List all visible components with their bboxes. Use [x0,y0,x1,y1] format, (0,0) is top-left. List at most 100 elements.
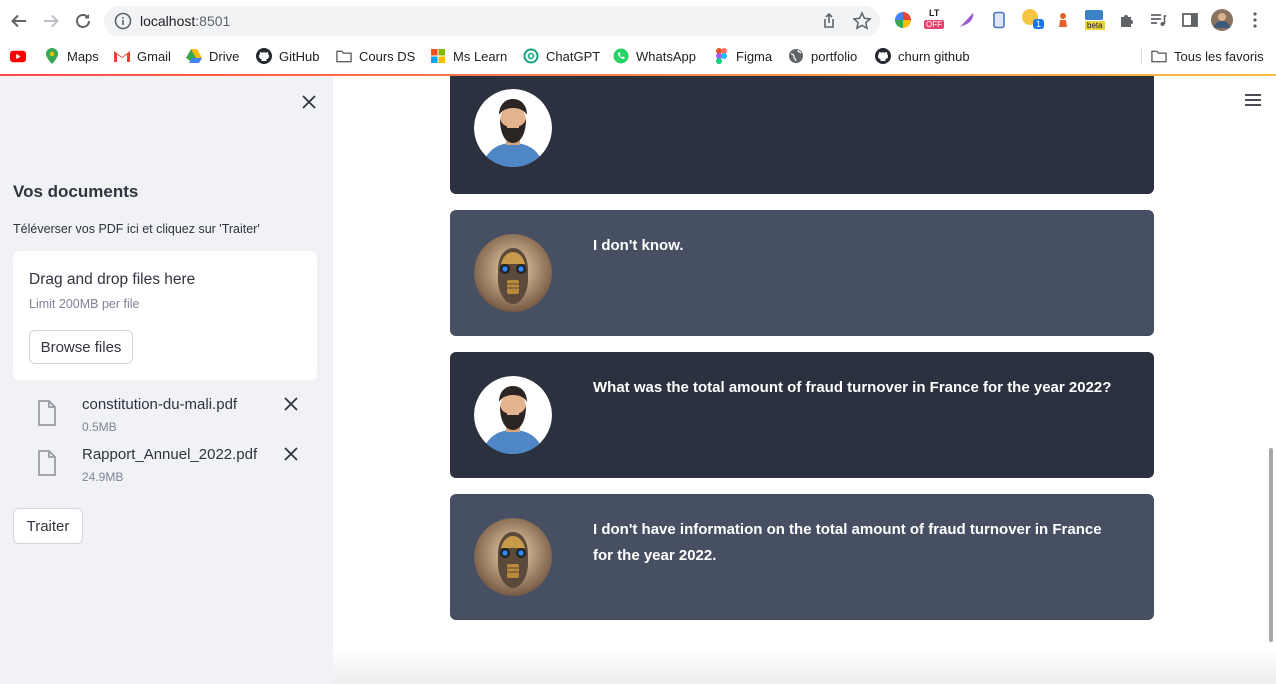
url-host: localhost [140,13,196,29]
bookmarks-bar: Maps Gmail Drive GitHub Cours DS Ms Lear… [0,42,1276,70]
sidebar: Vos documents Téléverser vos PDF ici et … [0,76,333,684]
user-avatar [474,89,552,167]
whatsapp-icon [613,48,629,64]
quill-extension-icon[interactable] [957,10,977,30]
gmail-icon [114,48,130,64]
beta-extension-icon[interactable]: beta [1084,10,1108,30]
bookmark-gmail[interactable]: Gmail [114,47,171,65]
message-text: What was the total amount of fraud turno… [593,379,1112,396]
languagetool-extension-icon[interactable]: LT OFF [924,8,946,30]
chat-message-user: What was the total amount of fraud turno… [450,352,1154,478]
main-content: I don't know. What was the total amount … [333,76,1276,684]
share-icon[interactable] [820,12,838,30]
folder-icon [1151,48,1167,64]
file-name: constitution-du-mali.pdf [82,396,238,413]
bookmark-maps[interactable]: Maps [44,47,99,65]
side-panel-icon[interactable] [1180,10,1200,30]
bookmark-chatgpt[interactable]: ChatGPT [523,47,600,65]
chat-message-bot: I don't know. [450,210,1154,336]
github-icon [256,48,272,64]
browser-menu-icon[interactable] [1245,10,1265,30]
bookmark-label: Cours DS [359,48,416,64]
color-wheel-extension-icon[interactable] [893,10,913,30]
figma-icon [713,48,729,64]
extensions-puzzle-icon[interactable] [1117,10,1137,30]
lt-badge-text: LT [929,8,940,18]
bookmark-youtube[interactable] [10,47,33,65]
bookmarks-divider [1141,47,1142,65]
site-info-icon[interactable] [114,12,132,30]
bottom-fade [333,648,1276,684]
process-button[interactable]: Traiter [13,508,83,544]
chess-extension-icon[interactable] [1053,10,1073,30]
chatgpt-icon [523,48,539,64]
bookmark-whatsapp[interactable]: WhatsApp [613,47,696,65]
notification-count-badge: 1 [1033,19,1045,29]
close-sidebar-icon[interactable] [299,92,319,112]
bookmark-label: WhatsApp [636,48,696,64]
bookmark-churn-github[interactable]: churn github [875,47,970,65]
hamburger-menu-icon[interactable] [1244,93,1262,107]
sidebar-instructions: Téléverser vos PDF ici et cliquez sur 'T… [13,222,260,236]
folder-icon [336,48,352,64]
bot-avatar [474,518,552,596]
bookmark-label: ChatGPT [546,48,601,64]
uploaded-file-item: Rapport_Annuel_2022.pdf 24.9MB [35,446,305,490]
url-text: localhost:8501 [140,13,230,29]
youtube-icon [10,48,26,64]
bookmark-label: portfolio [811,48,858,64]
address-bar[interactable]: localhost:8501 [104,6,880,36]
bookmark-label: Drive [209,48,240,64]
back-arrow-icon[interactable] [7,9,31,33]
bookmark-label: Tous les favoris [1174,48,1264,64]
chat-message-bot: I don't have information on the total am… [450,494,1154,620]
bookmark-label: Gmail [137,48,171,64]
uploaded-file-item: constitution-du-mali.pdf 0.5MB [35,396,305,440]
file-dropzone[interactable]: Drag and drop files here Limit 200MB per… [13,251,317,380]
beta-badge: beta [1085,21,1105,30]
main-scrollbar[interactable] [1269,448,1273,642]
url-port: :8501 [195,13,231,29]
github-icon [875,48,891,64]
microsoft-icon [430,48,446,64]
reload-icon[interactable] [71,9,95,33]
bookmark-github[interactable]: GitHub [256,47,319,65]
remove-file-icon[interactable] [283,396,299,412]
bookmark-label: Figma [736,48,773,64]
profile-avatar[interactable] [1210,8,1234,32]
bookmark-label: Maps [67,48,99,64]
user-avatar [474,376,552,454]
globe-icon [788,48,804,64]
bot-avatar [474,234,552,312]
message-text: I don't know. [593,237,684,254]
file-size: 24.9MB [82,470,124,484]
bookmark-star-icon[interactable] [852,11,872,31]
bookmark-label: GitHub [279,48,320,64]
bookmark-label: Ms Learn [453,48,508,64]
file-document-icon [35,449,59,477]
bookmark-cours-ds[interactable]: Cours DS [336,47,415,65]
media-playlist-icon[interactable] [1148,10,1168,30]
bookmark-label: churn github [898,48,970,64]
file-document-icon [35,399,59,427]
browser-toolbar: localhost:8501 LT OFF 1 beta [0,0,1276,42]
lt-off-badge: OFF [924,20,944,29]
bookmark-all-favorites[interactable]: Tous les favoris [1151,47,1264,65]
bookmark-portfolio[interactable]: portfolio [788,47,857,65]
bookmark-figma[interactable]: Figma [713,47,772,65]
browse-files-button[interactable]: Browse files [29,330,133,364]
message-text: I don't have information on the total am… [593,521,1102,564]
maps-icon [44,48,60,64]
forward-arrow-icon[interactable] [39,9,63,33]
phone-extension-icon[interactable] [989,10,1009,30]
remove-file-icon[interactable] [283,446,299,462]
file-name: Rapport_Annuel_2022.pdf [82,446,258,463]
bookmark-ms-learn[interactable]: Ms Learn [430,47,507,65]
dropzone-limit: Limit 200MB per file [29,297,140,311]
dropzone-title: Drag and drop files here [29,271,196,288]
chat-message-user [450,76,1154,194]
file-size: 0.5MB [82,420,117,434]
drive-icon [186,48,202,64]
notification-extension-icon[interactable]: 1 [1021,9,1045,30]
bookmark-drive[interactable]: Drive [186,47,239,65]
